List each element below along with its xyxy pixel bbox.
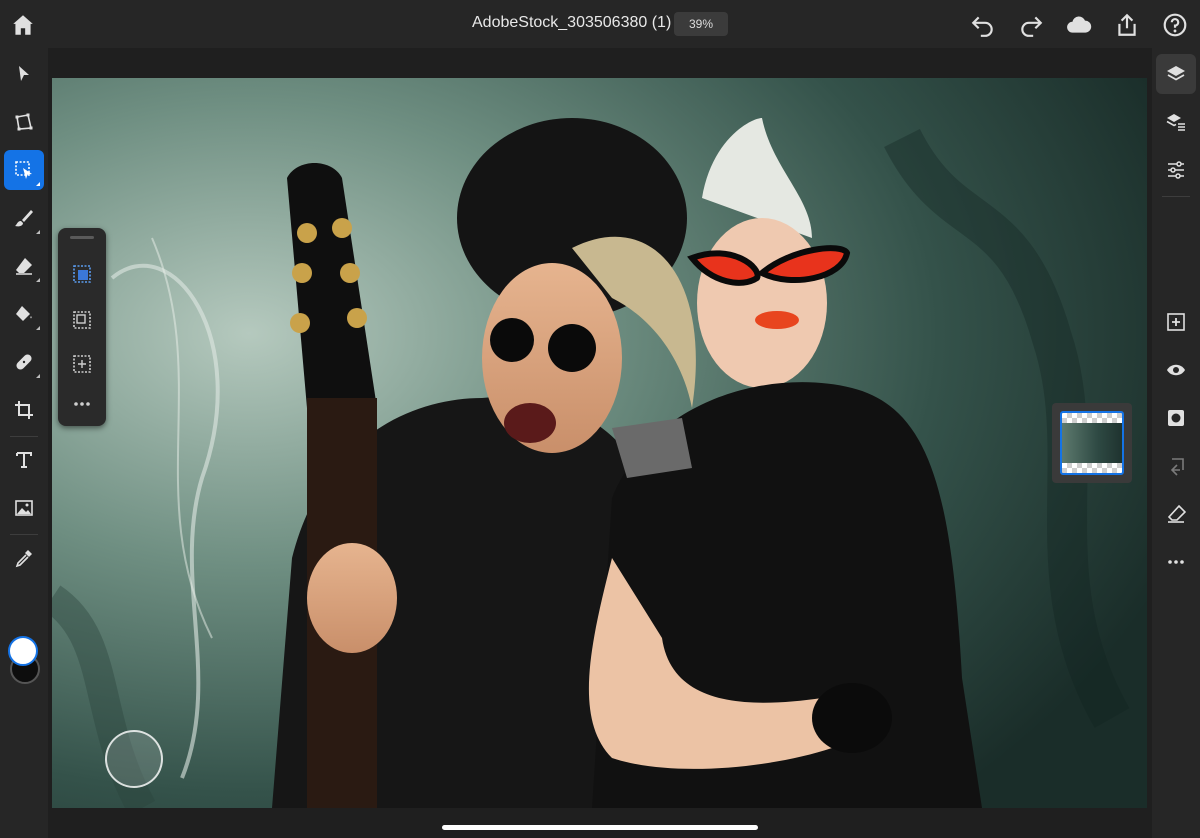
lasso-select-icon (73, 311, 91, 329)
layers-button[interactable] (1156, 54, 1196, 94)
fill-tool[interactable] (4, 294, 44, 334)
adjustments-button[interactable] (1156, 150, 1196, 190)
crop-tool[interactable] (4, 390, 44, 430)
layers-icon (1167, 66, 1185, 81)
healing-tool[interactable] (4, 342, 44, 382)
lasso-select-button[interactable] (66, 304, 98, 336)
arrow-pointer-icon (19, 66, 29, 81)
home-indicator[interactable] (442, 825, 758, 830)
touch-shortcut-circle[interactable] (105, 730, 163, 788)
crop-icon (15, 401, 33, 419)
cloud-icon[interactable] (1066, 12, 1092, 38)
place-image-tool[interactable] (4, 488, 44, 528)
eyedropper-tool[interactable] (4, 538, 44, 578)
more-icon (1168, 560, 1184, 564)
bandage-icon (16, 354, 32, 370)
add-layer-button[interactable] (1156, 302, 1196, 342)
sliders-icon (1168, 161, 1184, 179)
photo-artwork (52, 78, 1147, 808)
eyedropper-icon (15, 550, 32, 568)
eraser-tool[interactable] (4, 246, 44, 286)
left-toolbar (0, 48, 48, 838)
foreground-color-swatch[interactable] (8, 636, 38, 666)
select-tool[interactable] (4, 54, 44, 94)
transform-icon (15, 113, 33, 131)
more-icon (74, 402, 90, 406)
home-icon[interactable] (10, 12, 36, 38)
more-options-button[interactable] (1156, 542, 1196, 582)
layer-thumbnail[interactable] (1060, 411, 1124, 475)
image-icon (15, 500, 33, 516)
right-toolbar (1152, 48, 1200, 838)
rect-select-icon (73, 355, 91, 373)
document-title[interactable]: AdobeStock_303506380 (1) (472, 14, 671, 32)
image-canvas[interactable] (52, 78, 1147, 808)
top-bar: AdobeStock_303506380 (1) 39% (0, 0, 1200, 48)
transform-tool[interactable] (4, 102, 44, 142)
clear-layer-button[interactable] (1156, 494, 1196, 534)
selection-flyout (58, 228, 106, 426)
eraser-icon (16, 258, 32, 275)
add-layer-icon (1167, 313, 1185, 331)
type-icon (16, 452, 32, 468)
share-icon[interactable] (1114, 12, 1140, 38)
visibility-button[interactable] (1156, 350, 1196, 390)
zoom-level[interactable]: 39% (674, 12, 728, 36)
redo-icon[interactable] (1018, 12, 1044, 38)
type-tool[interactable] (4, 440, 44, 480)
mask-button[interactable] (1156, 398, 1196, 438)
flyout-grip[interactable] (70, 236, 94, 239)
merge-icon (1170, 458, 1184, 476)
paint-bucket-icon (16, 306, 32, 321)
merge-button[interactable] (1156, 446, 1196, 486)
selection-icon (15, 161, 32, 179)
subject-select-button[interactable] (66, 258, 98, 290)
layer-properties-button[interactable] (1156, 102, 1196, 142)
eye-icon (1167, 364, 1185, 376)
flyout-more-button[interactable] (66, 388, 98, 420)
undo-icon[interactable] (970, 12, 996, 38)
rect-select-button[interactable] (66, 348, 98, 380)
subject-select-icon (73, 265, 91, 283)
brush-tool[interactable] (4, 198, 44, 238)
brush-icon (15, 210, 33, 227)
eraser-layer-icon (1167, 504, 1186, 523)
layer-properties-icon (1166, 114, 1185, 131)
mask-icon (1168, 410, 1184, 426)
help-icon[interactable] (1162, 12, 1188, 38)
selection-tool[interactable] (4, 150, 44, 190)
layer-thumbnail-panel (1052, 403, 1132, 483)
